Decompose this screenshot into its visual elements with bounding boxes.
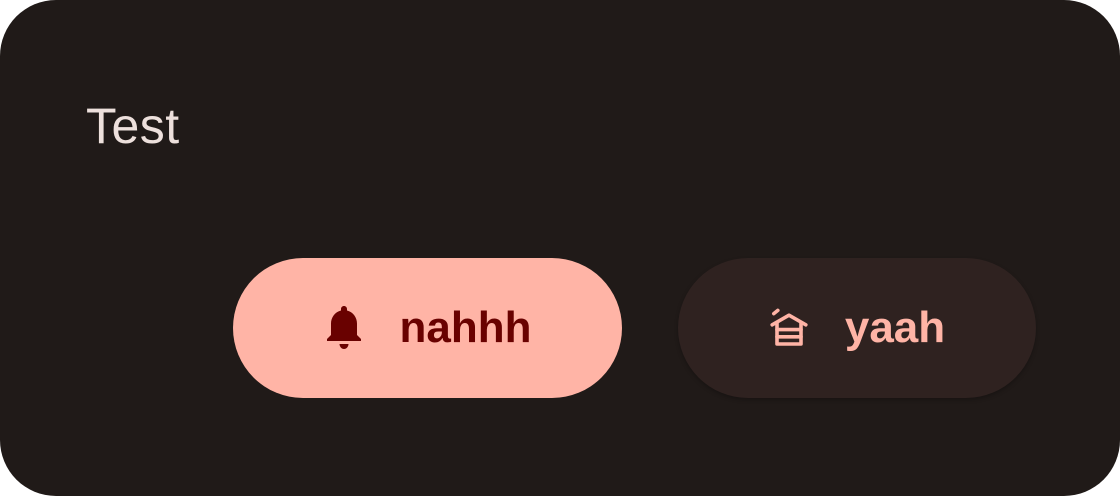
nahhh-button[interactable]: nahhh bbox=[233, 258, 622, 398]
bell-icon bbox=[324, 304, 364, 352]
dialog: Test nahhh yaah bbox=[0, 0, 1120, 496]
dialog-title: Test bbox=[86, 98, 180, 154]
yaah-button[interactable]: yaah bbox=[678, 258, 1036, 398]
yaah-button-label: yaah bbox=[844, 303, 946, 352]
nahhh-button-label: nahhh bbox=[399, 303, 532, 352]
cabin-icon bbox=[769, 304, 809, 352]
